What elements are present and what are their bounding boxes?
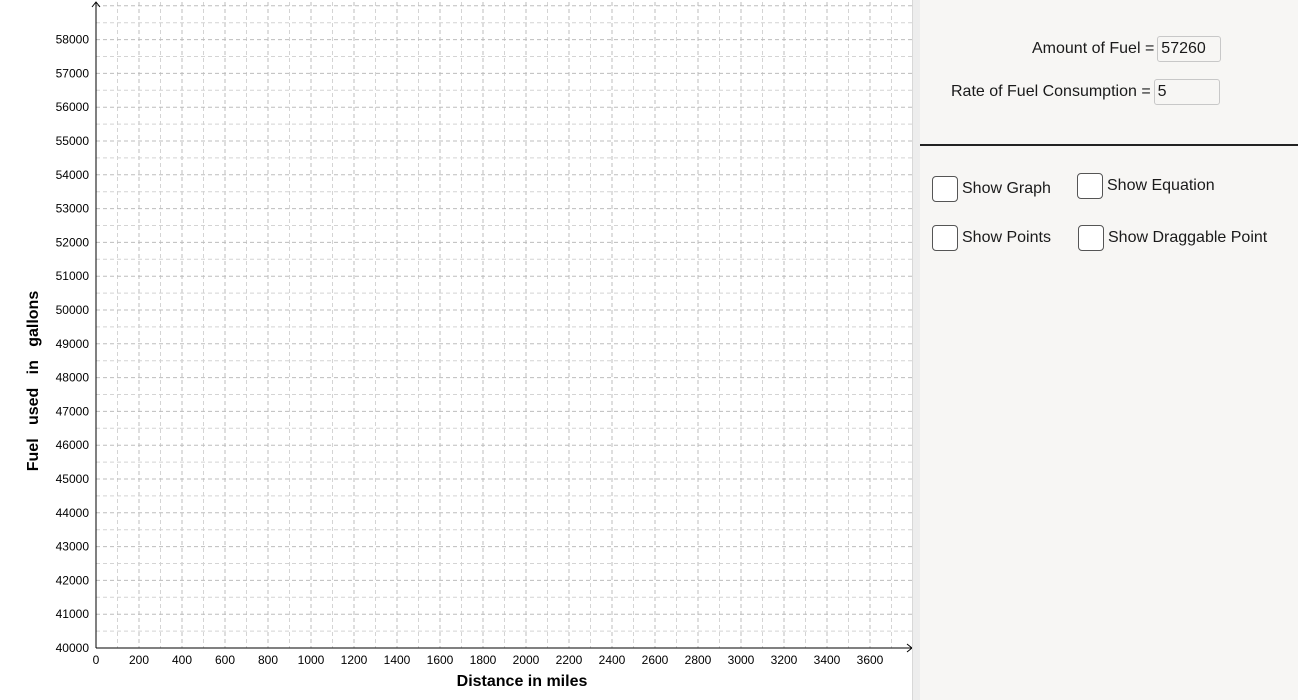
x-tick-label: 800 [258, 653, 278, 667]
rate-of-fuel-consumption-label: Rate of Fuel Consumption = [951, 83, 1151, 100]
show-equation-checkbox[interactable]: Show Equation [1077, 173, 1215, 199]
grid-lines [96, 2, 912, 648]
x-tick-label: 1000 [298, 653, 325, 667]
x-tick-label: 600 [215, 653, 235, 667]
y-tick-label: 57000 [56, 66, 90, 80]
x-tick-label: 3200 [771, 653, 798, 667]
x-tick-label: 2600 [642, 653, 669, 667]
y-tick-label: 53000 [56, 202, 90, 216]
y-tick-label: 43000 [56, 540, 90, 554]
checkbox-box[interactable] [932, 225, 958, 251]
x-tick-label: 0 [93, 653, 100, 667]
y-tick-label: 58000 [56, 33, 90, 47]
y-tick-label: 42000 [56, 573, 90, 587]
x-tick-label: 1800 [470, 653, 497, 667]
x-tick-label: 2400 [599, 653, 626, 667]
y-tick-label: 45000 [56, 472, 90, 486]
y-tick-label: 51000 [56, 269, 90, 283]
panel-separator [920, 144, 1298, 146]
show-graph-label: Show Graph [962, 180, 1051, 197]
x-tick-labels: 0 200 400 600 800 1000 1200 1400 1600 1800 2000 220… [93, 653, 884, 667]
rate-row: Rate of Fuel Consumption = [951, 79, 1220, 105]
x-tick-label: 1400 [384, 653, 411, 667]
y-tick-label: 46000 [56, 438, 90, 452]
y-tick-labels: 40000 41000 42000 43000 44000 45000 46000 47000… [56, 33, 90, 655]
x-tick-label: 3600 [857, 653, 884, 667]
algebra-panel: Amount of Fuel = Rate of Fuel Consumptio… [920, 0, 1298, 700]
show-equation-label: Show Equation [1107, 177, 1215, 194]
show-graph-checkbox[interactable]: Show Graph [932, 176, 1051, 202]
show-draggable-point-label: Show Draggable Point [1108, 229, 1268, 246]
x-tick-label: 200 [129, 653, 149, 667]
show-draggable-point-checkbox[interactable]: Show Draggable Point [1078, 225, 1267, 251]
y-tick-label: 49000 [56, 337, 90, 351]
x-tick-label: 2800 [685, 653, 712, 667]
x-tick-label: 1200 [341, 653, 368, 667]
show-points-checkbox[interactable]: Show Points [932, 225, 1051, 251]
x-tick-label: 400 [172, 653, 192, 667]
y-tick-label: 47000 [56, 404, 90, 418]
checkbox-box[interactable] [1078, 225, 1104, 251]
checkbox-box[interactable] [932, 176, 958, 202]
x-axis-title: Distance in miles [457, 673, 588, 690]
panel-divider[interactable] [912, 0, 920, 700]
y-tick-label: 48000 [56, 371, 90, 385]
y-axis-title: Fuel used in gallons [25, 291, 42, 472]
graph-view[interactable]: 0 200 400 600 800 1000 1200 1400 1600 1800 2000 220… [0, 0, 912, 700]
checkbox-box[interactable] [1077, 173, 1103, 199]
graph-canvas[interactable]: 0 200 400 600 800 1000 1200 1400 1600 1800 2000 220… [0, 0, 912, 700]
amount-of-fuel-input[interactable] [1157, 36, 1222, 62]
x-tick-label: 3400 [814, 653, 841, 667]
show-points-label: Show Points [962, 229, 1051, 246]
rate-of-fuel-consumption-input[interactable] [1153, 79, 1220, 105]
x-tick-label: 3000 [728, 653, 755, 667]
x-tick-label: 2000 [513, 653, 540, 667]
amount-of-fuel-label: Amount of Fuel = [1032, 40, 1155, 57]
y-tick-label: 52000 [56, 235, 90, 249]
x-tick-label: 1600 [427, 653, 454, 667]
y-tick-label: 54000 [56, 168, 90, 182]
y-tick-label: 40000 [56, 641, 90, 655]
amount-of-fuel-row: Amount of Fuel = [1032, 36, 1222, 62]
y-tick-label: 55000 [56, 134, 90, 148]
y-tick-label: 44000 [56, 506, 90, 520]
y-tick-label: 56000 [56, 100, 90, 114]
x-tick-label: 2200 [556, 653, 583, 667]
y-tick-label: 41000 [56, 607, 90, 621]
y-tick-label: 50000 [56, 303, 90, 317]
